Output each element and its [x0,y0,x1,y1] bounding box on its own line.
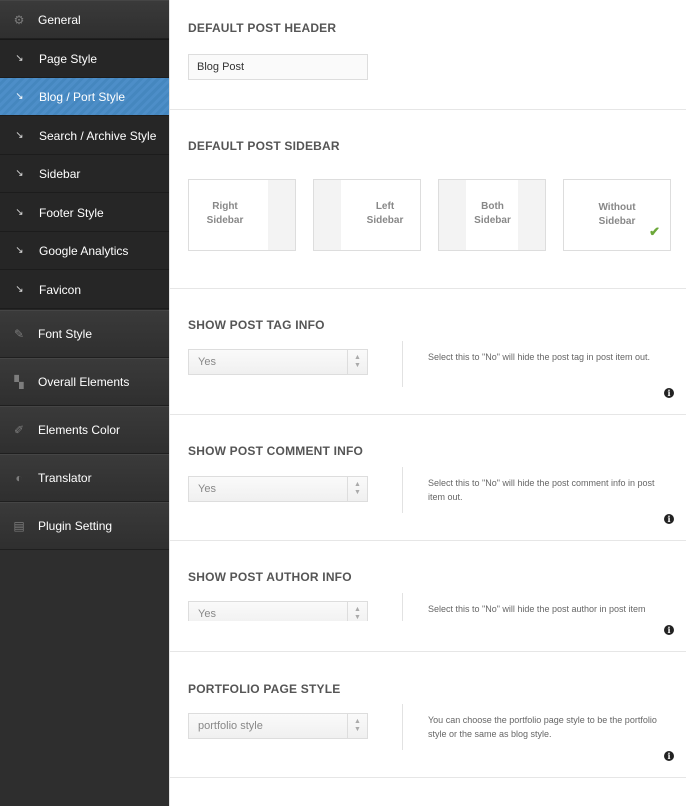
sub-item-sidebar[interactable]: ↘ Sidebar [0,155,169,193]
nav-translator-label: Translator [38,471,92,485]
section-title: PORTFOLIO PAGE STYLE [188,682,341,696]
author-info-select[interactable]: Yes ▲ ▼ [188,601,368,621]
sub-item-footer-style[interactable]: ↘ Footer Style [0,194,169,232]
option-label: Left Sidebar [366,201,404,226]
select-arrows-icon: ▲ ▼ [347,477,367,501]
select-value: portfolio style [198,720,263,732]
help-text-clip: Select this to "No" will hide the post a… [428,602,663,621]
arrow-down-right-icon: ↘ [15,284,24,295]
select-value: Yes [198,483,216,495]
nav-font-style[interactable]: ✎ Font Style [0,310,169,358]
plugin-icon: ▤ [13,519,25,533]
nav-plugin-setting-label: Plugin Setting [38,519,113,533]
sub-item-search-archive-style[interactable]: ↘ Search / Archive Style [0,117,169,155]
gear-icon: ⚙ [13,12,25,27]
pencil-icon: ✎ [13,327,25,341]
nav-font-style-label: Font Style [38,327,93,341]
section-title: DEFAULT POST HEADER [188,21,337,35]
nav-general[interactable]: ⚙ General [0,0,169,39]
info-icon[interactable]: i [664,388,674,398]
sub-item-label: Footer Style [39,205,104,220]
sidebar-option-right[interactable]: Right Sidebar [188,179,296,251]
main-content: DEFAULT POST HEADER Blog Post DEFAULT PO… [169,0,686,806]
layout-icon: ▚ [14,375,24,389]
sidebar-strip [314,180,341,250]
sub-item-label: Google Analytics [39,243,129,258]
info-icon[interactable]: i [664,514,674,524]
author-select-clip: Yes ▲ ▼ [188,601,368,621]
sub-item-blog-port-style[interactable]: ↘ Blog / Port Style [0,78,169,116]
portfolio-style-select[interactable]: portfolio style ▲ ▼ [188,713,368,739]
post-header-input[interactable]: Blog Post [188,54,368,80]
section-portfolio-page-style: PORTFOLIO PAGE STYLE portfolio style ▲ ▼ … [170,652,686,778]
arrow-down-right-icon: ↘ [15,130,24,141]
option-label: Both Sidebar [474,201,511,226]
help-text: Select this to "No" will hide the post c… [428,478,655,502]
arrow-down-right-icon: ↘ [15,245,24,256]
sub-item-label: Page Style [39,51,98,66]
select-arrows-icon: ▲ ▼ [347,350,367,374]
divider [402,467,403,513]
check-icon: ✔ [649,224,660,239]
nav-overall-elements[interactable]: ▚ Overall Elements [0,358,169,406]
sidebar-strip [518,180,545,250]
sidebar-strip [268,180,295,250]
section-show-post-author-info: SHOW POST AUTHOR INFO Yes ▲ ▼ Select this… [170,541,686,652]
divider [402,593,403,621]
section-default-post-header: DEFAULT POST HEADER Blog Post [170,0,686,110]
nav-plugin-setting[interactable]: ▤ Plugin Setting [0,502,169,550]
arrow-down-right-icon: ↘ [15,207,24,218]
select-arrows-icon: ▲ ▼ [347,602,367,621]
section-title: SHOW POST COMMENT INFO [188,444,364,458]
option-label: Right Sidebar [206,201,244,226]
section-title: DEFAULT POST SIDEBAR [188,139,340,153]
help-text: You can choose the portfolio page style … [428,715,657,739]
help-text: Select this to "No" will hide the post a… [428,604,646,614]
sub-item-google-analytics[interactable]: ↘ Google Analytics [0,232,169,270]
sidebar-option-both[interactable]: Both Sidebar [438,179,546,251]
help-text: Select this to "No" will hide the post t… [428,352,651,362]
section-show-post-tag-info: SHOW POST TAG INFO Yes ▲ ▼ Select this to… [170,289,686,415]
sub-item-page-style[interactable]: ↘ Page Style [0,40,169,78]
sub-item-label: Blog / Port Style [39,89,126,104]
sub-item-favicon[interactable]: ↘ Favicon [0,271,169,309]
tag-info-select[interactable]: Yes ▲ ▼ [188,349,368,375]
arrow-down-right-icon: ↘ [15,53,24,64]
section-title: SHOW POST TAG INFO [188,318,325,332]
sub-item-label: Sidebar [39,166,81,181]
select-arrows-icon: ▲ ▼ [347,714,367,738]
select-value: Yes [198,608,216,620]
info-icon[interactable]: i [664,625,674,635]
select-value: Yes [198,356,216,368]
translator-icon: ◐ [15,471,23,485]
brush-icon: ✐ [13,423,25,437]
sidebar-strip [439,180,466,250]
sidebar: ⚙ General ↘ Page Style ↘ Blog / Port Sty… [0,0,169,806]
nav-overall-elements-label: Overall Elements [38,375,130,389]
sidebar-option-without[interactable]: Without Sidebar ✔ [563,179,671,251]
comment-info-select[interactable]: Yes ▲ ▼ [188,476,368,502]
section-show-post-comment-info: SHOW POST COMMENT INFO Yes ▲ ▼ Select thi… [170,415,686,541]
sidebar-option-left[interactable]: Left Sidebar [313,179,421,251]
nav-elements-color-label: Elements Color [38,423,121,437]
sub-item-label: Favicon [39,282,82,297]
nav-general-label: General [38,12,81,27]
arrow-down-right-icon: ↘ [15,168,24,179]
nav-translator[interactable]: ◐ Translator [0,454,169,502]
info-icon[interactable]: i [664,751,674,761]
section-title: SHOW POST AUTHOR INFO [188,570,352,584]
divider [402,341,403,387]
nav-elements-color[interactable]: ✐ Elements Color [0,406,169,454]
divider [402,704,403,750]
sub-item-label: Search / Archive Style [39,128,157,143]
arrow-down-right-icon: ↘ [15,91,24,102]
